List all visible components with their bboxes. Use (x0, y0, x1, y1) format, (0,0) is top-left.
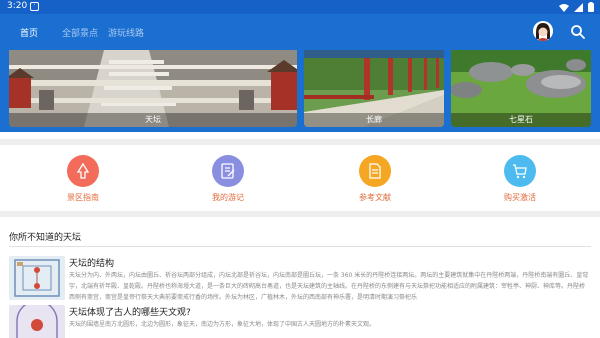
document-icon (359, 155, 391, 187)
tab-tour-routes[interactable]: 游玩线路 (108, 26, 144, 39)
menu-item-label: 购买激活 (504, 193, 536, 202)
battery-icon (588, 2, 594, 12)
section-divider (9, 246, 591, 247)
image-carousel: 天坛 长廊 七星石 (0, 50, 600, 132)
user-avatar[interactable] (533, 21, 553, 41)
article-item[interactable]: 天坛体现了古人的哪些天文观? 天坛的围墙呈南方北圆形，北边为圆形，象征天，南边为… (9, 305, 591, 338)
article-item[interactable]: 天坛的结构 天坛分为内、外两坛，内坛由圜丘、祈谷坛两部分组成，内坛北部是祈谷坛，… (9, 256, 591, 304)
calendar-notification-icon: · (30, 2, 39, 11)
signal-icon (574, 2, 583, 12)
carousel-slide-long-corridor[interactable]: 长廊 (304, 50, 444, 127)
article-title: 天坛的结构 (69, 259, 115, 269)
menu-item-my-travelogue[interactable]: 我的游记 (183, 155, 273, 203)
app-bar: 首页 全部景点 游玩线路 (0, 14, 600, 50)
menu-item-label: 景区指南 (67, 193, 99, 202)
article-description: 天坛的围墙呈南方北圆形，北边为圆形，象征天，南边为方形，象征大地，体现了中国古人… (69, 321, 376, 328)
notebook-icon (212, 155, 244, 187)
menu-item-label: 参考文献 (359, 193, 391, 202)
menu-item-label: 我的游记 (212, 193, 244, 202)
divider (0, 211, 600, 217)
section-title: 你所不知道的天坛 (9, 233, 82, 243)
carousel-caption: 长廊 (304, 113, 444, 127)
carousel-caption: 七星石 (451, 113, 591, 127)
quick-menu: 景区指南 我的游记 参考文献 购买激活 (0, 145, 600, 207)
status-bar: 3:20 · (0, 0, 600, 14)
article-title: 天坛体现了古人的哪些天文观? (69, 308, 191, 318)
system-icons (559, 2, 594, 12)
tab-all-attractions[interactable]: 全部景点 (62, 26, 98, 39)
carousel-caption: 天坛 (9, 113, 297, 127)
cart-icon (504, 155, 536, 187)
article-thumbnail (9, 305, 65, 338)
menu-item-references[interactable]: 参考文献 (330, 155, 420, 203)
menu-item-scenic-guide[interactable]: 景区指南 (38, 155, 128, 203)
search-icon[interactable] (569, 23, 587, 41)
article-description: 天坛分为内、外两坛，内坛由圜丘、祈谷坛两部分组成，内坛北部是祈谷坛，内坛南部是圜… (69, 272, 589, 301)
wifi-icon (559, 3, 569, 12)
status-time: 3:20 (7, 1, 28, 11)
carousel-slide-temple-of-heaven[interactable]: 天坛 (9, 50, 297, 127)
carousel-slide-seven-star-stones[interactable]: 七星石 (451, 50, 591, 127)
article-thumbnail (9, 256, 65, 300)
tree-icon (67, 155, 99, 187)
tab-home[interactable]: 首页 (20, 26, 38, 39)
menu-item-purchase-activate[interactable]: 购买激活 (475, 155, 565, 203)
